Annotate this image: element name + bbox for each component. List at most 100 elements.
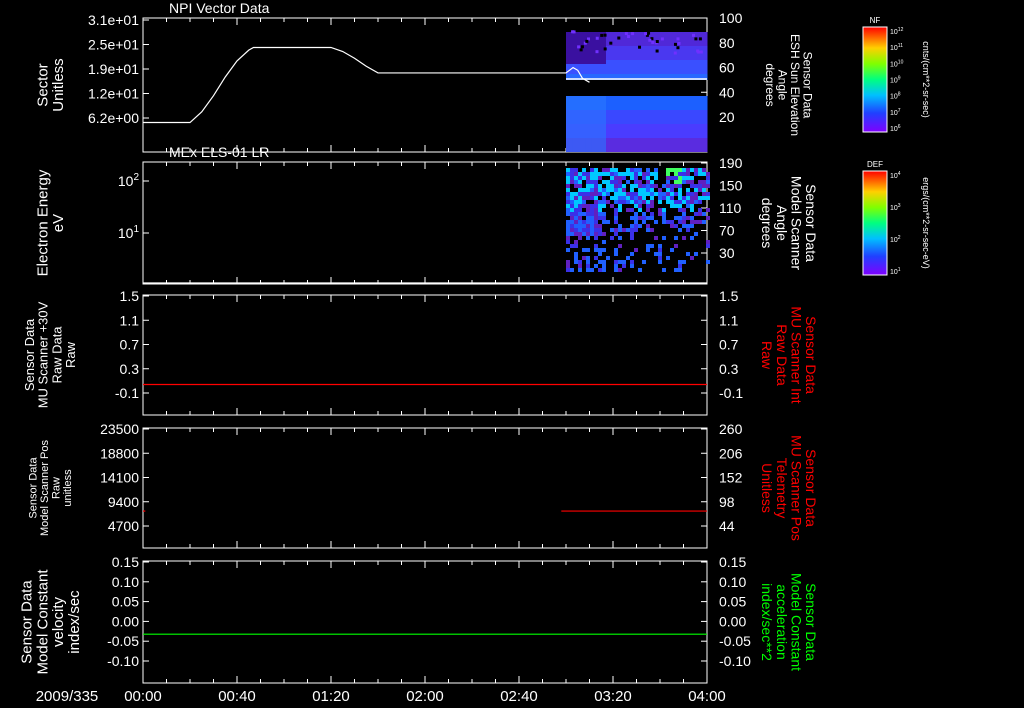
multi-panel-plot: NPI Vector Data 3.1e+01 2.5e+01 1.9e+01 1.2e…	[0, 0, 1024, 708]
spectro-cell	[566, 240, 570, 244]
spectro-cell	[654, 192, 658, 196]
spectro-speckle	[624, 32, 628, 36]
spectro-cell	[594, 208, 598, 212]
spectro-cell	[630, 172, 634, 176]
spectro-cell	[670, 224, 674, 228]
spectro-cell	[690, 256, 694, 260]
spectro-cell	[686, 168, 690, 172]
spectro-cell	[570, 208, 574, 212]
spectro-cell	[698, 200, 702, 204]
spectro-speckle	[651, 40, 655, 44]
spectro-cell	[630, 260, 634, 264]
y-axis-label-right: Sensor DataModel Constantaccelerationind…	[759, 573, 819, 671]
spectro-cell	[636, 110, 644, 124]
spectro-cell	[566, 196, 570, 200]
spectro-cell	[654, 252, 658, 256]
spectro-cell	[678, 220, 682, 224]
spectro-cell	[586, 228, 590, 232]
spectro-cell	[602, 260, 606, 264]
spectro-cell	[578, 192, 582, 196]
spectro-cell	[700, 138, 708, 152]
y-tick-label-right: 206	[719, 445, 743, 461]
spectro-cell	[642, 110, 650, 124]
spectro-cell	[586, 248, 590, 252]
spectro-cell	[570, 168, 574, 172]
spectro-cell	[634, 248, 638, 252]
x-tick-label: 02:00	[406, 688, 444, 705]
spectro-cell	[650, 184, 654, 188]
spectro-cell	[610, 176, 614, 180]
spectro-cell	[674, 216, 678, 220]
spectro-cell	[646, 248, 650, 252]
spectro-cell	[658, 252, 662, 256]
spectro-cell	[686, 176, 690, 180]
y-axis-label-right-line: Sensor Data	[803, 184, 819, 262]
spectro-cell	[626, 192, 630, 196]
spectro-cell	[594, 196, 598, 200]
spectro-cell	[658, 192, 662, 196]
spectro-cell	[690, 176, 694, 180]
spectro-speckle	[660, 37, 664, 41]
spectro-cell	[594, 188, 598, 192]
spectro-cell	[687, 60, 695, 74]
spectro-cell	[662, 46, 670, 60]
spectro-cell	[686, 180, 690, 184]
spectro-cell	[638, 224, 642, 228]
spectro-cell	[594, 248, 598, 252]
spectro-cell	[610, 46, 618, 60]
y-tick-label-left: 1.9e+01	[88, 61, 139, 77]
spectro-cell	[598, 224, 602, 228]
spectro-cell	[578, 260, 582, 264]
spectro-cell	[678, 264, 682, 268]
spectro-cell	[662, 268, 666, 272]
spectro-cell	[700, 96, 708, 110]
spectro-cell	[698, 196, 702, 200]
spectro-cell	[566, 184, 570, 188]
spectro-cell	[674, 192, 678, 196]
spectro-cell	[638, 188, 642, 192]
spectro-cell	[598, 204, 602, 208]
spectro-cell	[681, 60, 689, 74]
spectro-cell	[582, 232, 586, 236]
spectro-cell	[610, 184, 614, 188]
spectro-cell	[674, 180, 678, 184]
spectro-cell	[681, 110, 689, 124]
spectro-cell	[610, 236, 614, 240]
spectro-cell	[622, 172, 626, 176]
spectro-cell	[574, 176, 578, 180]
spectro-cell	[690, 184, 694, 188]
spectro-cell	[646, 184, 650, 188]
y-tick-label-right: 260	[719, 421, 743, 437]
spectro-cell	[598, 268, 602, 272]
spectro-cell	[646, 188, 650, 192]
spectro-cell	[574, 172, 578, 176]
spectro-cell	[646, 204, 650, 208]
y-axis-label-right-line: Raw	[759, 341, 775, 370]
spectro-cell	[602, 180, 606, 184]
spectro-cell	[586, 176, 590, 180]
spectro-cell	[650, 188, 654, 192]
spectro-cell	[702, 188, 706, 192]
spectro-cell	[582, 224, 586, 228]
spectro-cell	[586, 204, 590, 208]
spectro-cell	[594, 244, 598, 248]
spectro-speckle	[631, 32, 635, 36]
spectro-cell	[566, 204, 570, 208]
spectro-cell	[618, 268, 622, 272]
spectro-cell	[574, 204, 578, 208]
spectro-cell	[642, 184, 646, 188]
spectro-cell	[662, 124, 670, 138]
spectro-cell	[598, 184, 602, 188]
spectro-cell	[700, 60, 708, 74]
spectro-cell	[626, 172, 630, 176]
spectro-cell	[682, 220, 686, 224]
spectro-cell	[668, 138, 676, 152]
spectro-cell	[610, 228, 614, 232]
spectro-cell	[654, 176, 658, 180]
panel-title: NPI Vector Data	[169, 0, 270, 16]
spectro-cell	[622, 264, 626, 268]
y-axis-label-right-line: MU Scanner Pos	[788, 435, 804, 541]
spectro-cell	[614, 228, 618, 232]
spectro-cell	[649, 60, 657, 74]
spectro-cell	[594, 224, 598, 228]
